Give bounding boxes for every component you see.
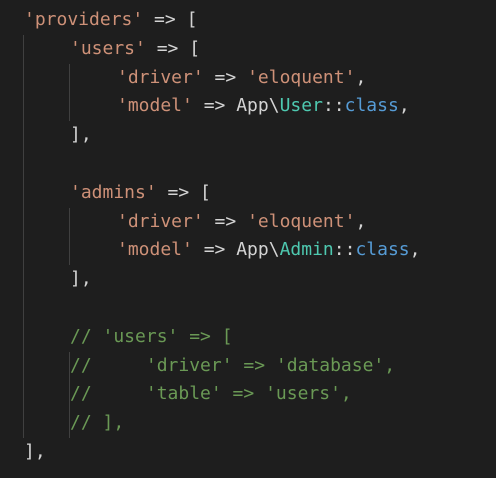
code-token: 'eloquent' (247, 66, 356, 88)
code-line[interactable]: 'driver' => 'eloquent', (117, 64, 366, 93)
code-token: => [ (156, 181, 211, 203)
code-token: 'admins' (70, 181, 157, 203)
code-token: class (355, 239, 410, 261)
code-token: ], (70, 124, 92, 146)
code-token: , (398, 95, 410, 117)
code-line[interactable]: ], (70, 265, 92, 294)
code-line[interactable]: 'model' => App\Admin::class, (117, 236, 420, 265)
code-token: 'driver' (117, 66, 204, 88)
code-token: ], (24, 441, 46, 462)
code-token: , (355, 210, 367, 232)
code-token: // 'users' => [ (70, 325, 233, 347)
code-token: // 'table' => 'users', (70, 383, 352, 405)
code-line[interactable]: // 'users' => [ (70, 323, 233, 352)
code-line[interactable]: 'users' => [ (70, 35, 200, 64)
code-token: => (192, 95, 237, 117)
code-line[interactable]: // ], (70, 409, 124, 438)
code-token: => (203, 210, 248, 232)
code-token: Admin (279, 239, 334, 261)
code-token: 'providers' (24, 9, 144, 30)
code-editor[interactable]: 'providers' => ['users' => ['driver' => … (0, 0, 496, 478)
code-token: :: (333, 239, 356, 261)
code-token: 'eloquent' (247, 210, 356, 232)
code-line[interactable]: // 'driver' => 'database', (70, 352, 395, 381)
code-token: User (279, 95, 323, 117)
indent-guide (69, 63, 70, 122)
code-token: => (192, 239, 237, 261)
indent-guide (69, 207, 70, 266)
code-token: 'driver' (117, 210, 204, 232)
code-token: 'model' (117, 239, 193, 261)
code-token: :: (322, 95, 345, 117)
code-token: => (203, 66, 248, 88)
code-token: class (344, 95, 399, 117)
code-line[interactable]: 'providers' => [ (24, 6, 197, 35)
code-token: App\ (236, 95, 280, 117)
code-line[interactable]: 'model' => App\User::class, (117, 92, 410, 121)
code-token: 'model' (117, 95, 193, 117)
code-line[interactable]: ], (70, 121, 92, 150)
indent-guide (23, 34, 24, 438)
code-line[interactable]: 'admins' => [ (70, 179, 211, 208)
code-token: App\ (236, 239, 280, 261)
code-token: ], (70, 268, 92, 290)
code-token: , (409, 239, 421, 261)
code-token: , (355, 66, 367, 88)
code-line[interactable]: 'driver' => 'eloquent', (117, 208, 366, 237)
code-token: // 'driver' => 'database', (70, 354, 396, 376)
code-token: => [ (143, 9, 198, 30)
code-token: 'users' (70, 37, 146, 59)
code-line[interactable]: ], (24, 438, 46, 467)
code-token: // ], (70, 412, 125, 434)
code-token: => [ (145, 37, 201, 59)
code-line[interactable]: // 'table' => 'users', (70, 380, 352, 409)
